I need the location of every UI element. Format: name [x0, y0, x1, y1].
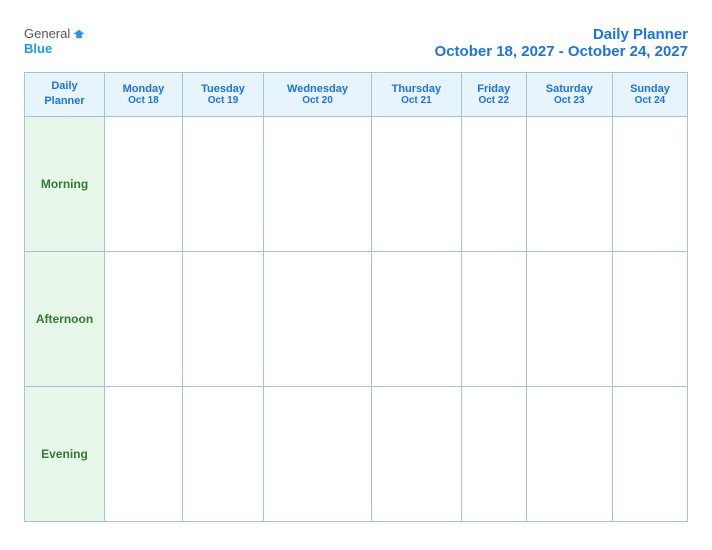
title-date: October 18, 2027 - October 24, 2027	[435, 43, 688, 60]
day-name-tue: Tuesday	[187, 83, 259, 95]
col-header-tue: Tuesday Oct 19	[182, 73, 263, 117]
cell-fri-afternoon[interactable]	[461, 251, 526, 386]
cell-wed-morning[interactable]	[264, 116, 372, 251]
col-header-thu: Thursday Oct 21	[371, 73, 461, 117]
logo-bird-icon	[72, 27, 86, 41]
cell-mon-morning[interactable]	[105, 116, 183, 251]
col-header-fri: Friday Oct 22	[461, 73, 526, 117]
cell-mon-afternoon[interactable]	[105, 251, 183, 386]
day-date-fri: Oct 22	[466, 95, 522, 106]
cell-sun-evening[interactable]	[612, 386, 687, 521]
title-block: Daily Planner October 18, 2027 - October…	[435, 26, 688, 60]
col-header-wed: Wednesday Oct 20	[264, 73, 372, 117]
day-name-mon: Monday	[109, 83, 178, 95]
col-header-sat: Saturday Oct 23	[526, 73, 612, 117]
day-name-wed: Wednesday	[268, 83, 367, 95]
day-date-sat: Oct 23	[531, 95, 608, 106]
logo-blue-text: Blue	[24, 41, 52, 56]
cell-mon-evening[interactable]	[105, 386, 183, 521]
page: General Blue Daily Planner October 18, 2…	[6, 10, 706, 540]
header: General Blue Daily Planner October 18, 2…	[24, 26, 688, 60]
cell-thu-afternoon[interactable]	[371, 251, 461, 386]
cell-sat-evening[interactable]	[526, 386, 612, 521]
cell-sat-morning[interactable]	[526, 116, 612, 251]
row-label-morning: Morning	[25, 116, 105, 251]
day-date-thu: Oct 21	[376, 95, 457, 106]
cell-thu-evening[interactable]	[371, 386, 461, 521]
day-name-sun: Sunday	[617, 83, 683, 95]
cell-tue-evening[interactable]	[182, 386, 263, 521]
cell-sun-afternoon[interactable]	[612, 251, 687, 386]
title-main: Daily Planner	[435, 26, 688, 43]
top-left-line1: Daily	[51, 80, 77, 92]
logo-general-text: General	[24, 26, 70, 41]
top-left-header: Daily Planner	[25, 73, 105, 117]
logo: General Blue	[24, 26, 86, 56]
calendar-table: Daily Planner Monday Oct 18 Tuesday Oct …	[24, 72, 688, 522]
day-date-sun: Oct 24	[617, 95, 683, 106]
row-label-evening: Evening	[25, 386, 105, 521]
table-row-afternoon: Afternoon	[25, 251, 688, 386]
day-date-wed: Oct 20	[268, 95, 367, 106]
day-name-fri: Friday	[466, 83, 522, 95]
header-row: Daily Planner Monday Oct 18 Tuesday Oct …	[25, 73, 688, 117]
cell-fri-morning[interactable]	[461, 116, 526, 251]
day-name-sat: Saturday	[531, 83, 608, 95]
day-date-mon: Oct 18	[109, 95, 178, 106]
table-row-evening: Evening	[25, 386, 688, 521]
cell-tue-morning[interactable]	[182, 116, 263, 251]
row-label-afternoon: Afternoon	[25, 251, 105, 386]
day-date-tue: Oct 19	[187, 95, 259, 106]
col-header-mon: Monday Oct 18	[105, 73, 183, 117]
cell-thu-morning[interactable]	[371, 116, 461, 251]
col-header-sun: Sunday Oct 24	[612, 73, 687, 117]
cell-fri-evening[interactable]	[461, 386, 526, 521]
cell-sun-morning[interactable]	[612, 116, 687, 251]
day-name-thu: Thursday	[376, 83, 457, 95]
cell-tue-afternoon[interactable]	[182, 251, 263, 386]
cell-wed-evening[interactable]	[264, 386, 372, 521]
top-left-line2: Planner	[44, 95, 84, 107]
table-row-morning: Morning	[25, 116, 688, 251]
cell-sat-afternoon[interactable]	[526, 251, 612, 386]
cell-wed-afternoon[interactable]	[264, 251, 372, 386]
